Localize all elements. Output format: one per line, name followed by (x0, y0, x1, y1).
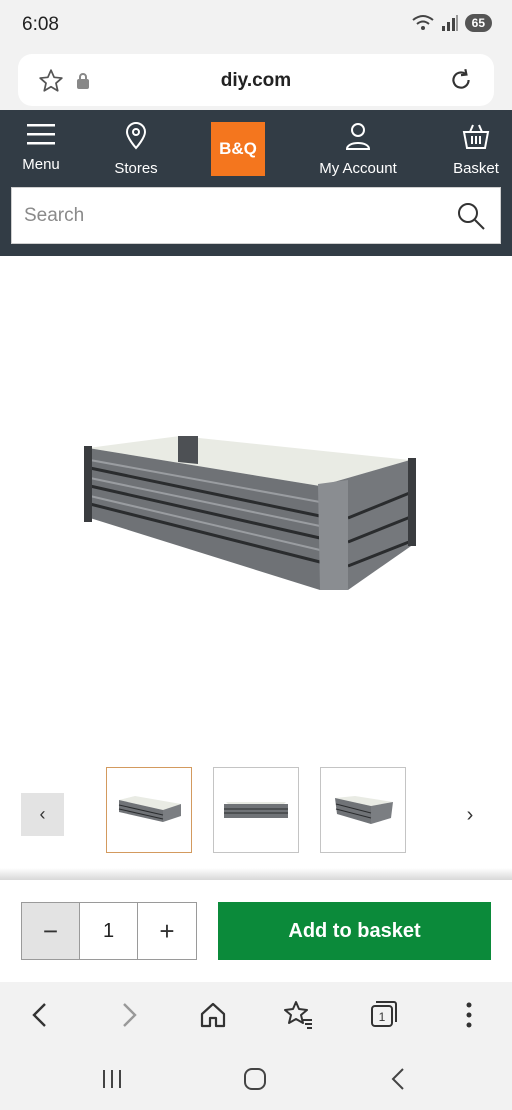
url-bar[interactable]: diy.com (18, 54, 494, 106)
brand-logo[interactable]: B&Q (211, 122, 265, 176)
nav-basket[interactable]: Basket (431, 122, 512, 177)
hamburger-menu-icon (27, 124, 55, 145)
reload-icon[interactable] (448, 66, 474, 94)
add-to-basket-button[interactable]: Add to basket (218, 902, 491, 960)
user-account-icon (345, 123, 371, 150)
thumbnail-image (224, 802, 288, 818)
quantity-increase-button[interactable]: + (138, 903, 196, 959)
search-icon[interactable] (456, 201, 486, 231)
more-options-icon[interactable] (452, 998, 486, 1032)
gallery-thumbnail-3[interactable] (320, 767, 406, 853)
nav-stores[interactable]: Stores (91, 122, 181, 177)
search-placeholder: Search (24, 205, 85, 226)
status-time: 6:08 (22, 14, 59, 35)
nav-my-account-label: My Account (319, 160, 397, 177)
home-button-icon[interactable] (240, 1066, 270, 1092)
basket-icon (462, 124, 490, 149)
recent-apps-icon[interactable] (97, 1066, 127, 1092)
thumbnail-image (118, 796, 181, 822)
thumbnail-image (335, 796, 393, 824)
system-nav-bar (0, 1048, 512, 1110)
status-icons: 65 (411, 14, 492, 32)
gallery-prev-button[interactable]: ‹ (21, 793, 64, 836)
gallery-next-button[interactable]: › (455, 800, 485, 830)
browser-toolbar: diy.com (0, 52, 512, 110)
system-back-icon[interactable] (384, 1066, 414, 1092)
nav-menu[interactable]: Menu (0, 122, 86, 173)
divider (0, 868, 512, 880)
browser-bottom-nav: 1 (0, 982, 512, 1048)
nav-my-account[interactable]: My Account (313, 122, 403, 177)
nav-basket-label: Basket (453, 160, 499, 177)
forward-icon[interactable] (111, 998, 145, 1032)
nav-stores-label: Stores (114, 160, 158, 177)
wifi-icon (412, 15, 434, 30)
quantity-decrease-button[interactable]: − (22, 903, 80, 959)
gallery-thumbnail-2[interactable] (213, 767, 299, 853)
battery-indicator: 65 (464, 14, 492, 32)
product-image[interactable] (70, 420, 440, 600)
signal-icon (441, 15, 458, 31)
search-input[interactable]: Search (11, 187, 501, 244)
home-icon[interactable] (196, 998, 230, 1032)
gallery-thumbnail-1[interactable] (106, 767, 192, 853)
location-pin-icon (125, 122, 147, 150)
back-icon[interactable] (24, 998, 58, 1032)
svg-text:1: 1 (379, 1010, 386, 1024)
purchase-bar: − 1 + Add to basket (0, 880, 512, 982)
quantity-stepper: − 1 + (21, 902, 197, 960)
nav-menu-label: Menu (22, 156, 60, 173)
site-header: Menu Stores B&Q My Account Basket Search (0, 110, 512, 256)
status-bar: 6:08 65 (0, 0, 512, 52)
bookmarks-icon[interactable] (281, 998, 315, 1032)
url-text[interactable]: diy.com (18, 70, 494, 92)
quantity-input[interactable]: 1 (80, 903, 138, 959)
tabs-icon[interactable]: 1 (366, 998, 400, 1032)
